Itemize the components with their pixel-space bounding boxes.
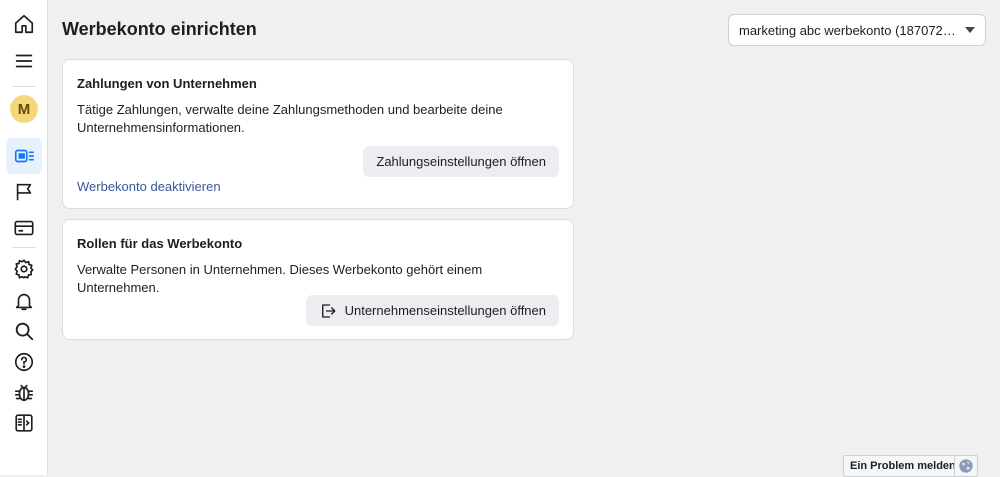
card-title: Zahlungen von Unternehmen bbox=[77, 76, 257, 91]
ads-manager-icon bbox=[14, 149, 34, 163]
payments-card: Zahlungen von Unternehmen Tätige Zahlung… bbox=[62, 59, 574, 209]
globe-icon bbox=[959, 459, 973, 473]
report-problem-button[interactable]: Ein Problem melden bbox=[843, 455, 963, 477]
panel-toggle-icon bbox=[15, 414, 33, 432]
sidebar-item-pages[interactable] bbox=[6, 174, 42, 210]
avatar: M bbox=[10, 95, 38, 123]
business-settings-button[interactable]: Unternehmenseinstellungen öffnen bbox=[305, 295, 559, 326]
deactivate-account-link[interactable]: Werbekonto deaktivieren bbox=[77, 179, 221, 194]
card-description: Tätige Zahlungen, verwalte deine Zahlung… bbox=[77, 102, 503, 135]
sidebar-item-billing[interactable] bbox=[6, 210, 42, 246]
search-icon bbox=[15, 322, 34, 341]
roles-card: Rollen für das Werbekonto Verwalte Perso… bbox=[62, 219, 574, 340]
flag-icon bbox=[16, 183, 32, 201]
sidebar-item-account[interactable]: M bbox=[6, 91, 42, 127]
sidebar-divider bbox=[12, 247, 36, 248]
card-description: Verwalte Personen in Unternehmen. Dieses… bbox=[77, 262, 483, 295]
page-title: Werbekonto einrichten bbox=[62, 19, 257, 39]
sidebar-item-panel-toggle[interactable] bbox=[6, 405, 42, 441]
language-button[interactable] bbox=[954, 455, 978, 477]
payment-settings-button[interactable]: Zahlungseinstellungen öffnen bbox=[363, 146, 559, 177]
menu-icon bbox=[15, 54, 33, 68]
card-title: Rollen für das Werbekonto bbox=[77, 236, 243, 251]
sidebar-item-menu[interactable] bbox=[6, 43, 42, 79]
credit-card-icon bbox=[14, 220, 34, 236]
gear-icon bbox=[14, 259, 34, 279]
bug-icon bbox=[14, 384, 34, 402]
sidebar-item-home[interactable] bbox=[6, 6, 42, 42]
sidebar-divider bbox=[12, 86, 36, 87]
sidebar-item-ads-manager[interactable] bbox=[6, 138, 42, 174]
external-open-icon bbox=[321, 303, 336, 318]
account-selector-value: marketing abc werbekonto (18707232… bbox=[739, 22, 957, 38]
business-settings-button-label: Unternehmenseinstellungen öffnen bbox=[344, 303, 546, 318]
sidebar-item-settings[interactable] bbox=[6, 251, 42, 287]
home-icon bbox=[14, 14, 34, 34]
chevron-down-icon bbox=[965, 27, 975, 33]
account-selector[interactable]: marketing abc werbekonto (18707232… bbox=[728, 14, 986, 46]
bell-icon bbox=[15, 293, 33, 311]
sidebar: M bbox=[0, 0, 48, 475]
help-icon bbox=[14, 352, 34, 372]
